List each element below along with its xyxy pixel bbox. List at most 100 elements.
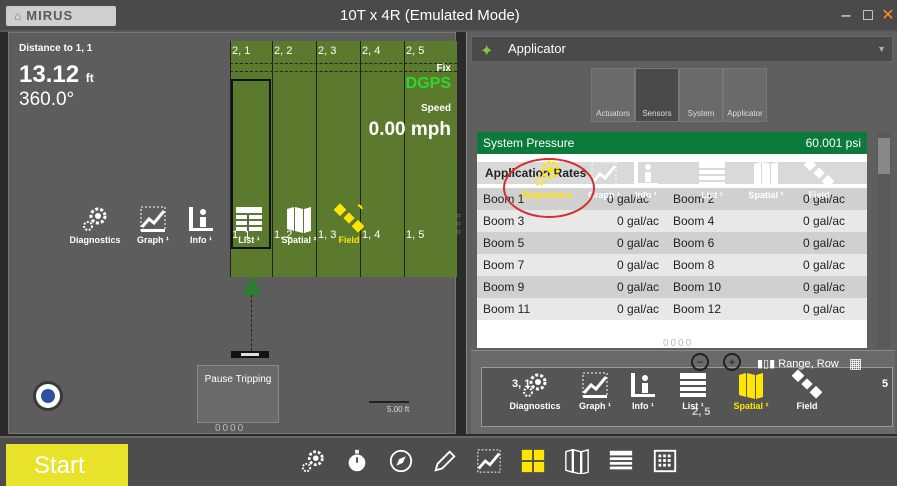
field-col-label: 2, 5 [406,45,425,57]
field-label: Field [338,235,360,245]
list-icon[interactable] [608,448,634,474]
info-tab[interactable]: Info ¹ [631,160,661,200]
row-value: 0 gal/ac [617,302,660,316]
implement-marker [231,351,269,358]
start-label: Start [34,452,85,479]
pause-tripping-label: Pause Tripping [204,374,272,385]
tab-system[interactable]: System [679,68,723,122]
mini-cell-label: 5 [882,378,889,390]
map-panel[interactable]: 2, 1 2, 2 2, 3 2, 4 2, 5 1, 1 1, 2 1, 3 … [8,32,457,434]
tab-actuators[interactable]: Actuators [591,68,635,122]
highlight-circle [503,158,595,218]
list-icon [680,373,706,397]
list-tab[interactable]: List ¹ [671,160,731,200]
table-row: Boom 7 0 gal/ac Boom 8 0 gal/ac [477,254,867,276]
spatial-label: Spatial ² [748,190,784,200]
tab-label: Applicator [727,109,763,118]
tab-applicator[interactable]: Applicator [723,68,767,122]
graph-icon [140,206,166,232]
spatial-icon[interactable] [564,448,590,474]
row-name: Boom 11 [483,302,531,316]
info-icon [634,162,658,186]
mini-field-view[interactable]: 3, 1 2, 5 5 − + ▮▯▮ Range, Row ▦ Diagnos… [471,350,895,434]
table-row: Boom 9 0 gal/ac Boom 10 0 gal/ac [477,276,867,298]
vertical-scrollbar[interactable] [877,132,891,348]
field-col-label: 2, 3 [318,45,337,57]
pencil-icon[interactable] [432,448,458,474]
graph-tab[interactable]: Graph ¹ [575,371,615,411]
system-pressure-value: 60.001 psi [805,136,861,150]
gear-icon[interactable] [300,448,326,474]
view-icon-strip-bottom: Diagnostics Graph ¹ Info ¹ List ¹ Spatia… [505,369,827,411]
row-name: Boom 7 [483,258,525,272]
diagnostics-tab[interactable]: Diagnostics [65,205,125,245]
satellite-icon [792,369,822,399]
title-bar: ⌂ MIRUS 10T x 4R (Emulated Mode) – □ ✕ [0,0,897,32]
keypad-icon[interactable] [652,448,678,474]
field-tab[interactable]: Field [787,369,827,411]
tab-sensors[interactable]: Sensors [635,68,679,122]
spatial-tab[interactable]: Spatial ² [741,160,791,200]
list-label: List ¹ [238,235,260,245]
field-col-label: 2, 4 [362,45,381,57]
table-row: Boom 5 0 gal/ac Boom 6 0 gal/ac [477,232,867,254]
spatial-icon [739,373,763,399]
maximize-button[interactable]: □ [858,6,878,26]
list-tab[interactable]: List ¹ [671,371,715,411]
start-button[interactable]: Start [6,444,128,486]
spatial-label: Spatial ² [733,401,769,411]
tab-label: Actuators [596,109,630,118]
guidance-line [251,295,252,351]
graph-icon[interactable] [476,448,502,474]
scale-bar [369,401,409,403]
close-button[interactable]: ✕ [878,6,897,26]
row-name: Boom 8 [673,258,715,272]
system-pressure-label: System Pressure [483,136,575,150]
distance-unit: ft [85,71,94,85]
grid-toggle-icon[interactable]: ▦ [849,355,862,372]
distance-label: Distance to 1, 1 [19,43,93,54]
speed-value: 0.00 mph [368,119,451,140]
row-value: 0 gal/ac [617,280,660,294]
field-tab[interactable]: Field [801,158,837,200]
info-tab[interactable]: Info ¹ [625,371,661,411]
field-tab[interactable]: Field [329,203,369,245]
mirus-logo[interactable]: ⌂ MIRUS [6,6,116,26]
graph-icon [582,372,608,398]
applicator-dropdown[interactable]: ✦ Applicator ▼ [471,36,893,62]
minimize-button[interactable]: – [836,6,856,26]
graph-tab[interactable]: Graph ¹ [133,205,173,245]
spatial-label: Spatial ² [281,235,317,245]
row-name: Boom 12 [673,302,722,316]
pause-tripping-button[interactable]: Pause Tripping [197,365,279,423]
system-pressure-row: System Pressure 60.001 psi [477,132,867,154]
row-name: Boom 4 [673,214,715,228]
dropdown-value: Applicator [508,41,566,56]
distance-number: 13.12 [19,61,80,88]
list-label: List ¹ [701,190,723,200]
diagnostics-label: Diagnostics [69,235,121,245]
info-tab[interactable]: Info ¹ [181,205,221,245]
compass-icon[interactable] [33,381,63,411]
timer-icon[interactable] [344,448,370,474]
tab-label: Sensors [642,109,672,118]
row-value: 0 gal/ac [617,214,660,228]
row-value: 0 gal/ac [803,214,846,228]
info-label: Info ¹ [190,235,212,245]
list-icon [236,207,262,231]
diagnostics-tab[interactable]: Diagnostics [505,371,565,411]
fix-label: Fix [436,63,451,74]
info-label: Info ¹ [635,190,657,200]
compass-icon[interactable] [388,448,414,474]
row-value: 0 gal/ac [803,258,846,272]
field-cell-label: 1, 5 [406,229,425,241]
spatial-tab[interactable]: Spatial ² [725,371,777,411]
list-tab[interactable]: List ¹ [229,205,269,245]
panel-tabs: Actuators Sensors System Applicator [591,68,767,122]
splitter-handle[interactable]: ○ ○ ○ [456,212,464,238]
info-icon [631,373,655,397]
spatial-tab[interactable]: Spatial ² [277,205,321,245]
view-icon-strip: Diagnostics Graph ¹ Info ¹ List ¹ Spatia… [65,203,369,245]
grid-view-icon[interactable] [520,448,546,474]
row-name: Boom 6 [673,236,715,250]
